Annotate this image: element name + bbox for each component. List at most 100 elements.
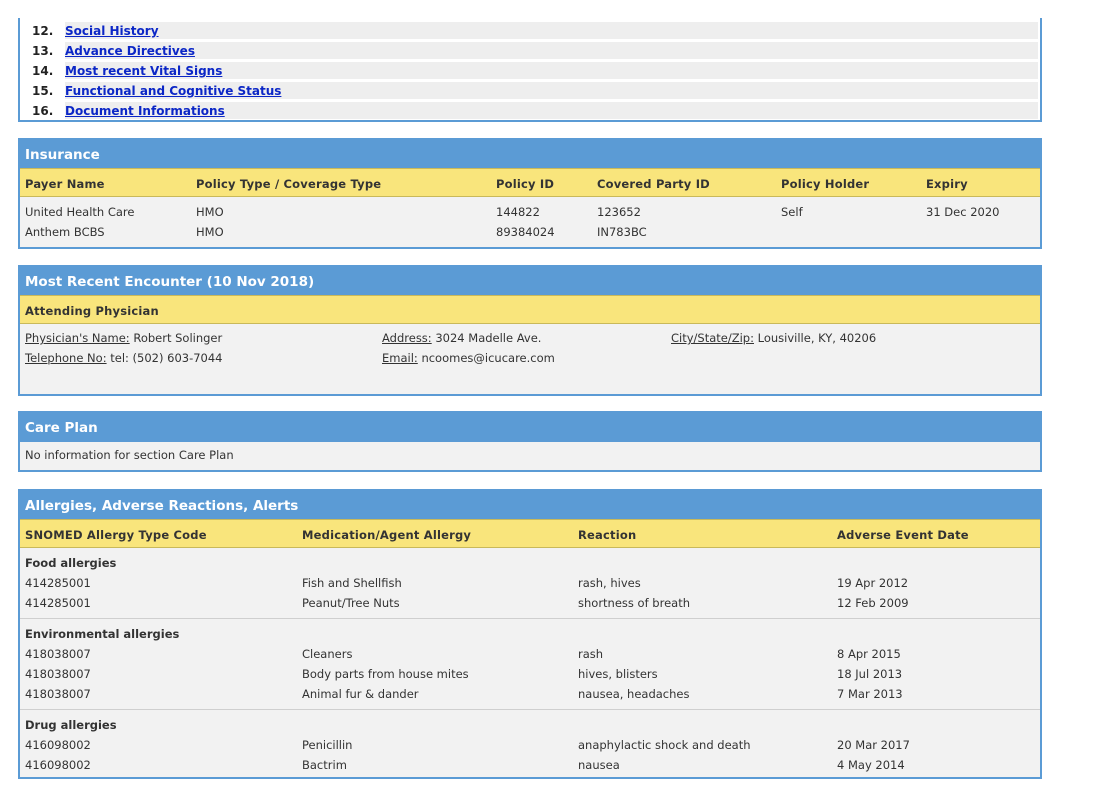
encounter-section: Most Recent Encounter (10 Nov 2018) Atte…	[18, 265, 1042, 396]
phone-value: tel: (502) 603-7044	[110, 351, 223, 365]
physician-name: Physician's Name: Robert Solinger	[25, 331, 222, 345]
section-header: Allergies, Adverse Reactions, Alerts	[20, 489, 1040, 520]
column-header: SNOMED Allergy Type Code	[25, 528, 207, 542]
table-cell: United Health Care	[25, 205, 135, 219]
address-label: Address:	[382, 331, 432, 345]
table-cell: 19 Apr 2012	[837, 576, 909, 590]
toc-link-document-informations[interactable]: Document Informations	[65, 104, 225, 118]
toc-number: 16.	[32, 104, 54, 118]
table-cell: 414285001	[25, 576, 91, 590]
table-cell: Fish and Shellfish	[302, 576, 402, 590]
no-info-message: No information for section Care Plan	[25, 448, 234, 462]
group-heading: Environmental allergies	[25, 627, 180, 641]
table-cell: Cleaners	[302, 647, 353, 661]
table-cell: 31 Dec 2020	[926, 205, 1000, 219]
physician-address: Address: 3024 Madelle Ave.	[382, 331, 541, 345]
table-of-contents: 12. Social History 13. Advance Directive…	[18, 18, 1042, 122]
section-title: Care Plan	[25, 420, 98, 436]
table-cell: 4 May 2014	[837, 758, 905, 772]
table-cell: 418038007	[25, 687, 91, 701]
table-cell: shortness of breath	[578, 596, 690, 610]
table-cell: Animal fur & dander	[302, 687, 419, 701]
table-cell: 12 Feb 2009	[837, 596, 909, 610]
allergies-section: Allergies, Adverse Reactions, Alerts SNO…	[18, 489, 1042, 779]
table-cell: anaphylactic shock and death	[578, 738, 751, 752]
physician-email: Email: ncoomes@icucare.com	[382, 351, 555, 365]
table-cell: 123652	[597, 205, 641, 219]
toc-item: 15. Functional and Cognitive Status	[30, 82, 1038, 99]
column-header: Policy Holder	[781, 177, 870, 191]
table-cell: rash, hives	[578, 576, 641, 590]
physician-city: City/State/Zip: Lousiville, KY, 40206	[671, 331, 876, 345]
physician-phone: Telephone No: tel: (502) 603-7044	[25, 351, 223, 365]
column-header: Covered Party ID	[597, 177, 710, 191]
toc-link-advance-directives[interactable]: Advance Directives	[65, 44, 195, 58]
table-cell: nausea, headaches	[578, 687, 690, 701]
phone-label: Telephone No:	[25, 351, 107, 365]
toc-number: 13.	[32, 44, 54, 58]
toc-number: 15.	[32, 84, 54, 98]
column-header: Reaction	[578, 528, 637, 542]
group-heading: Drug allergies	[25, 718, 117, 732]
table-cell: 418038007	[25, 667, 91, 681]
table-cell: hives, blisters	[578, 667, 658, 681]
group-divider	[20, 618, 1040, 619]
city-value: Lousiville, KY, 40206	[757, 331, 877, 345]
table-cell: HMO	[196, 225, 224, 239]
email-value: ncoomes@icucare.com	[421, 351, 555, 365]
column-header: Policy ID	[496, 177, 555, 191]
group-divider	[20, 709, 1040, 710]
toc-item: 14. Most recent Vital Signs	[30, 62, 1038, 79]
table-cell: 7 Mar 2013	[837, 687, 903, 701]
table-cell: 418038007	[25, 647, 91, 661]
column-header: Expiry	[926, 177, 968, 191]
insurance-section: Insurance Payer Name Policy Type / Cover…	[18, 138, 1042, 249]
table-cell: HMO	[196, 205, 224, 219]
table-cell: Bactrim	[302, 758, 347, 772]
toc-item: 13. Advance Directives	[30, 42, 1038, 59]
table-cell: Anthem BCBS	[25, 225, 105, 239]
table-cell: 89384024	[496, 225, 555, 239]
subheader-label: Attending Physician	[25, 304, 159, 318]
table-cell: 416098002	[25, 738, 91, 752]
address-value: 3024 Madelle Ave.	[435, 331, 542, 345]
toc-item: 16. Document Informations	[30, 102, 1038, 119]
toc-number: 12.	[32, 24, 54, 38]
table-cell: Self	[781, 205, 803, 219]
table-cell: Body parts from house mites	[302, 667, 469, 681]
table-cell: nausea	[578, 758, 620, 772]
table-cell: Penicillin	[302, 738, 353, 752]
table-cell: 18 Jul 2013	[837, 667, 903, 681]
section-title: Insurance	[25, 147, 100, 163]
table-cell: 144822	[496, 205, 540, 219]
toc-link-vital-signs[interactable]: Most recent Vital Signs	[65, 64, 222, 78]
section-title: Allergies, Adverse Reactions, Alerts	[25, 498, 299, 514]
toc-item: 12. Social History	[30, 22, 1038, 39]
email-label: Email:	[382, 351, 418, 365]
table-cell: 8 Apr 2015	[837, 647, 901, 661]
toc-number: 14.	[32, 64, 54, 78]
table-cell: Peanut/Tree Nuts	[302, 596, 400, 610]
section-header: Most Recent Encounter (10 Nov 2018)	[20, 265, 1040, 296]
table-cell: 416098002	[25, 758, 91, 772]
column-header: Payer Name	[25, 177, 105, 191]
toc-link-functional-status[interactable]: Functional and Cognitive Status	[65, 84, 281, 98]
section-header: Care Plan	[20, 411, 1040, 442]
group-heading: Food allergies	[25, 556, 117, 570]
physician-name-value: Robert Solinger	[133, 331, 223, 345]
attending-physician-header: Attending Physician	[20, 295, 1040, 324]
section-header: Insurance	[20, 138, 1040, 169]
column-header: Medication/Agent Allergy	[302, 528, 472, 542]
table-cell: IN783BC	[597, 225, 647, 239]
table-header-row: Payer Name Policy Type / Coverage Type P…	[20, 168, 1040, 197]
column-header: Policy Type / Coverage Type	[196, 177, 382, 191]
table-header-row: SNOMED Allergy Type Code Medication/Agen…	[20, 519, 1040, 548]
table-cell: 20 Mar 2017	[837, 738, 910, 752]
column-header: Adverse Event Date	[837, 528, 969, 542]
care-plan-section: Care Plan No information for section Car…	[18, 411, 1042, 472]
section-title: Most Recent Encounter (10 Nov 2018)	[25, 274, 315, 290]
table-cell: 414285001	[25, 596, 91, 610]
toc-link-social-history[interactable]: Social History	[65, 24, 159, 38]
city-label: City/State/Zip:	[671, 331, 754, 345]
table-cell: rash	[578, 647, 604, 661]
